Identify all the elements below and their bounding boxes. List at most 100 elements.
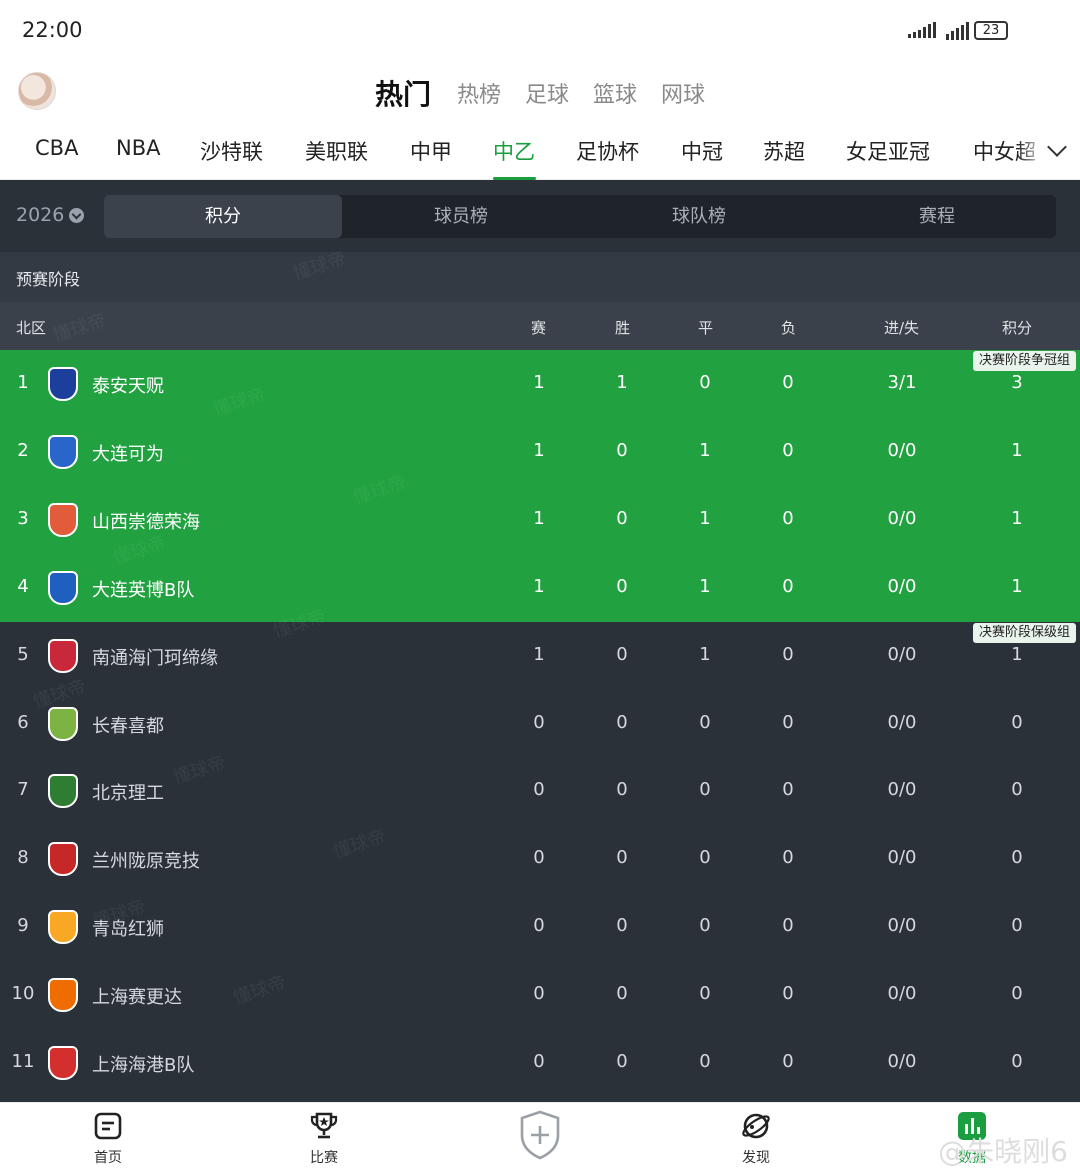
zone-tag-title: 决赛阶段争冠组 (972, 351, 1076, 371)
nav-discover[interactable]: 发现 (711, 1111, 801, 1167)
stat-cell-pts: 1 (1011, 439, 1023, 461)
team-logo (48, 434, 78, 469)
stat-cell-w: 0 (616, 1051, 628, 1072)
tab-basketball[interactable]: 篮球 (593, 77, 637, 109)
team-name[interactable]: 大连可为 (92, 440, 164, 466)
league-item-cmcl[interactable]: 中冠 (681, 136, 723, 166)
scroll-fade (1018, 122, 1080, 179)
stat-cell-l: 0 (782, 507, 794, 529)
tab-hot[interactable]: 热门 (375, 73, 431, 113)
table-row[interactable]: 7 北京理工 0 0 0 0 0/0 0 (0, 757, 1080, 825)
tab-trending[interactable]: 热榜 (457, 77, 501, 109)
stat-cell-g: 3/1 (887, 372, 917, 393)
stat-cell-g: 0/0 (887, 575, 917, 597)
tab-tennis[interactable]: 网球 (661, 77, 705, 109)
league-item-saudi[interactable]: 沙特联 (200, 136, 263, 166)
nav-create[interactable] (495, 1109, 585, 1165)
top-header: 热门 热榜 足球 篮球 网球 (0, 64, 1080, 122)
stat-cell-pts: 0 (1011, 915, 1023, 937)
table-row[interactable]: 1 泰安天贶 1 1 0 0 3/1 3 (0, 350, 1080, 418)
league-item-jiangsu[interactable]: 苏超 (763, 136, 805, 166)
stat-cell-p: 1 (533, 439, 545, 461)
table-row[interactable]: 4 大连英博B队 1 0 1 0 0/0 1 (0, 553, 1080, 622)
stat-cell-p: 1 (533, 575, 545, 597)
table-row[interactable]: 5 南通海门珂缔缘 1 0 1 0 0/0 1 (0, 622, 1080, 690)
nav-matches-label: 比赛 (310, 1150, 338, 1166)
season-selector[interactable]: 2026 (16, 204, 85, 226)
rank-cell: 10 (11, 983, 35, 1005)
nav-home[interactable]: 首页 (63, 1111, 153, 1167)
stat-cell-l: 0 (782, 643, 794, 665)
stat-cell-pts: 0 (1011, 983, 1023, 1005)
nav-matches[interactable]: 比赛 (279, 1111, 369, 1167)
league-scroller[interactable]: CBA NBA 沙特联 美职联 中甲 中乙 足协杯 中冠 苏超 女足亚冠 中女超 (0, 122, 1080, 180)
team-name[interactable]: 上海赛更达 (92, 983, 182, 1009)
segment-schedule[interactable]: 赛程 (818, 195, 1056, 238)
stat-cell-p: 0 (533, 847, 545, 869)
table-row[interactable]: 10 上海赛更达 0 0 0 0 0/0 0 (0, 961, 1080, 1029)
team-name[interactable]: 上海海港B队 (92, 1051, 194, 1077)
signal-icon (908, 22, 936, 38)
stat-cell-w: 0 (616, 915, 628, 937)
col-points: 积分 (1002, 319, 1033, 337)
segment-standings[interactable]: 积分 (104, 195, 342, 238)
stat-cell-g: 0/0 (887, 711, 917, 733)
season-row: 2026 积分 球员榜 球队榜 赛程 (0, 180, 1080, 252)
table-row[interactable]: 6 长春喜都 0 0 0 0 0/0 0 (0, 690, 1080, 758)
stat-cell-l: 0 (782, 575, 794, 597)
league-item-fa-cup[interactable]: 足协杯 (576, 136, 639, 166)
stat-cell-l: 0 (782, 847, 794, 869)
stat-cell-l: 0 (782, 983, 794, 1005)
stat-cell-g: 0/0 (887, 847, 917, 869)
league-item-nba[interactable]: NBA (116, 136, 160, 160)
league-item-womens-acl[interactable]: 女足亚冠 (846, 136, 930, 166)
stat-cell-p: 1 (533, 372, 545, 393)
stat-cell-g: 0/0 (887, 1051, 917, 1072)
stat-cell-w: 0 (616, 575, 628, 597)
stat-cell-p: 1 (533, 507, 545, 529)
stat-cell-p: 0 (533, 1051, 545, 1072)
team-name[interactable]: 山西崇德荣海 (92, 508, 200, 534)
stat-cell-g: 0/0 (887, 779, 917, 801)
team-logo (48, 706, 78, 741)
stat-cell-w: 0 (616, 643, 628, 665)
stat-cell-w: 0 (616, 507, 628, 529)
team-name[interactable]: 兰州陇原竞技 (92, 847, 200, 873)
rank-cell: 8 (17, 847, 29, 869)
chevron-circle-icon (69, 207, 85, 223)
table-row[interactable]: 2 大连可为 1 0 1 0 0/0 1 (0, 417, 1080, 486)
stat-cell-d: 1 (699, 643, 711, 665)
segment-players[interactable]: 球员榜 (342, 195, 580, 238)
stat-cell-g: 0/0 (887, 439, 917, 461)
signal-icon-2 (946, 22, 969, 40)
team-name[interactable]: 泰安天贶 (92, 372, 164, 398)
team-name[interactable]: 长春喜都 (92, 712, 164, 738)
team-logo (48, 910, 78, 945)
league-item-cba[interactable]: CBA (35, 136, 78, 160)
table-row[interactable]: 11 上海海港B队 0 0 0 0 0/0 0 (0, 1029, 1080, 1097)
table-row[interactable]: 8 兰州陇原竞技 0 0 0 0 0/0 0 (0, 825, 1080, 893)
team-logo (48, 1046, 78, 1080)
table-row[interactable]: 9 青岛红狮 0 0 0 0 0/0 0 (0, 893, 1080, 961)
planet-icon (742, 1113, 770, 1139)
team-name[interactable]: 北京理工 (92, 779, 164, 805)
segment-teams[interactable]: 球队榜 (580, 195, 818, 238)
stat-cell-pts: 0 (1011, 779, 1023, 801)
stat-cell-p: 0 (533, 983, 545, 1005)
season-label: 2026 (16, 204, 65, 226)
team-logo (48, 638, 78, 673)
rank-cell: 11 (11, 1051, 35, 1072)
league-item-china-league-one[interactable]: 中甲 (410, 136, 452, 166)
stat-cell-pts: 1 (1011, 575, 1023, 597)
tab-football[interactable]: 足球 (525, 77, 569, 109)
rank-cell: 6 (17, 711, 29, 733)
stat-cell-g: 0/0 (887, 507, 917, 529)
team-name[interactable]: 南通海门珂缔缘 (92, 644, 218, 670)
league-item-china-league-two[interactable]: 中乙 (493, 136, 535, 166)
top-tabs: 热门 热榜 足球 篮球 网球 (0, 64, 1080, 122)
stat-cell-d: 0 (699, 711, 711, 733)
stat-cell-g: 0/0 (887, 983, 917, 1005)
rank-cell: 5 (17, 643, 29, 665)
team-name[interactable]: 大连英博B队 (92, 576, 194, 602)
league-item-mls[interactable]: 美职联 (305, 136, 368, 166)
